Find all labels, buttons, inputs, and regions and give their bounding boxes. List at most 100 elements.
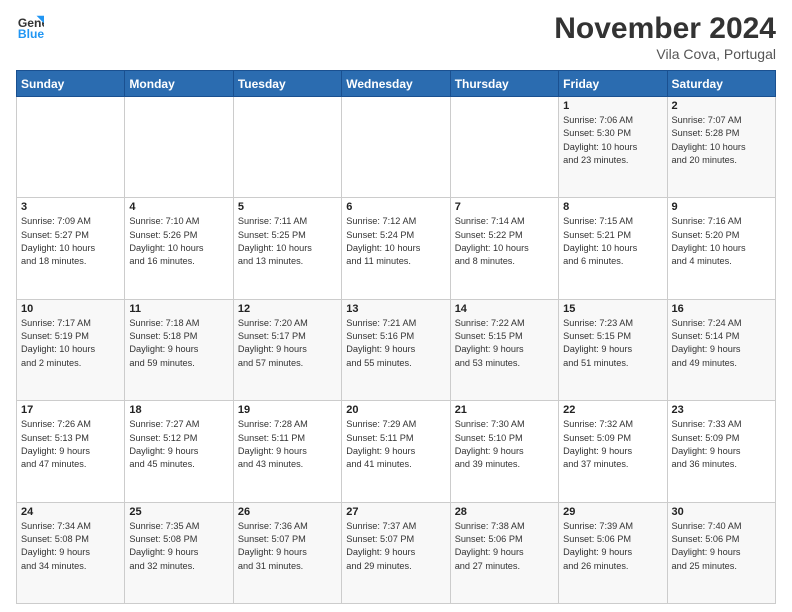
table-row: 27Sunrise: 7:37 AM Sunset: 5:07 PM Dayli…	[342, 502, 450, 603]
calendar-header-row: Sunday Monday Tuesday Wednesday Thursday…	[17, 71, 776, 97]
day-info: Sunrise: 7:09 AM Sunset: 5:27 PM Dayligh…	[21, 215, 120, 268]
calendar-week-1: 1 Sunrise: 7:06 AM Sunset: 5:30 PM Daylig…	[17, 97, 776, 198]
logo: General Blue	[16, 12, 44, 40]
day-number: 18	[129, 404, 228, 416]
day-number: 4	[129, 201, 228, 213]
day-number: 20	[346, 404, 445, 416]
table-row: 29 Sunrise: 7:39 AM Sunset: 5:06 PM Dayli…	[559, 502, 667, 603]
day-number: 23	[672, 404, 771, 416]
day-number: 15	[563, 303, 662, 315]
table-row: 26Sunrise: 7:36 AM Sunset: 5:07 PM Dayli…	[233, 502, 341, 603]
table-row: 1 Sunrise: 7:06 AM Sunset: 5:30 PM Daylig…	[559, 97, 667, 198]
table-row	[233, 97, 341, 198]
day-number: 30	[672, 506, 771, 518]
day-info: Sunrise: 7:15 AM Sunset: 5:21 PM Dayligh…	[563, 215, 662, 268]
day-info: Sunrise: 7:30 AM Sunset: 5:10 PM Dayligh…	[455, 418, 554, 471]
day-number: 16	[672, 303, 771, 315]
day-info: Sunrise: 7:22 AM Sunset: 5:15 PM Dayligh…	[455, 317, 554, 370]
day-number: 10	[21, 303, 120, 315]
page: General Blue November 2024 Vila Cova, Po…	[0, 0, 792, 612]
day-number: 5	[238, 201, 337, 213]
day-info: Sunrise: 7:21 AM Sunset: 5:16 PM Dayligh…	[346, 317, 445, 370]
col-monday: Monday	[125, 71, 233, 97]
day-number: 8	[563, 201, 662, 213]
day-info: Sunrise: 7:33 AM Sunset: 5:09 PM Dayligh…	[672, 418, 771, 471]
day-info: Sunrise: 7:23 AM Sunset: 5:15 PM Dayligh…	[563, 317, 662, 370]
day-number: 28	[455, 506, 554, 518]
day-number: 6	[346, 201, 445, 213]
day-info: Sunrise: 7:27 AM Sunset: 5:12 PM Dayligh…	[129, 418, 228, 471]
day-number: 12	[238, 303, 337, 315]
day-number: 7	[455, 201, 554, 213]
day-info: Sunrise: 7:35 AM Sunset: 5:08 PM Dayligh…	[129, 520, 228, 573]
table-row: 14 Sunrise: 7:22 AM Sunset: 5:15 PM Dayli…	[450, 299, 558, 400]
table-row: 22Sunrise: 7:32 AM Sunset: 5:09 PM Dayli…	[559, 401, 667, 502]
calendar-week-2: 3 Sunrise: 7:09 AM Sunset: 5:27 PM Daylig…	[17, 198, 776, 299]
day-info: Sunrise: 7:34 AM Sunset: 5:08 PM Dayligh…	[21, 520, 120, 573]
day-number: 17	[21, 404, 120, 416]
table-row: 11Sunrise: 7:18 AM Sunset: 5:18 PM Dayli…	[125, 299, 233, 400]
day-number: 9	[672, 201, 771, 213]
day-info: Sunrise: 7:11 AM Sunset: 5:25 PM Dayligh…	[238, 215, 337, 268]
table-row: 2 Sunrise: 7:07 AM Sunset: 5:28 PM Daylig…	[667, 97, 775, 198]
day-number: 22	[563, 404, 662, 416]
day-info: Sunrise: 7:17 AM Sunset: 5:19 PM Dayligh…	[21, 317, 120, 370]
col-thursday: Thursday	[450, 71, 558, 97]
day-info: Sunrise: 7:06 AM Sunset: 5:30 PM Dayligh…	[563, 114, 662, 167]
month-title: November 2024	[554, 12, 776, 46]
table-row: 9 Sunrise: 7:16 AM Sunset: 5:20 PM Daylig…	[667, 198, 775, 299]
table-row: 15 Sunrise: 7:23 AM Sunset: 5:15 PM Dayli…	[559, 299, 667, 400]
table-row	[342, 97, 450, 198]
calendar-week-4: 17 Sunrise: 7:26 AM Sunset: 5:13 PM Dayli…	[17, 401, 776, 502]
calendar: Sunday Monday Tuesday Wednesday Thursday…	[16, 70, 776, 604]
table-row	[125, 97, 233, 198]
day-number: 3	[21, 201, 120, 213]
location: Vila Cova, Portugal	[554, 46, 776, 62]
table-row	[450, 97, 558, 198]
day-info: Sunrise: 7:39 AM Sunset: 5:06 PM Dayligh…	[563, 520, 662, 573]
col-wednesday: Wednesday	[342, 71, 450, 97]
table-row: 19Sunrise: 7:28 AM Sunset: 5:11 PM Dayli…	[233, 401, 341, 502]
calendar-week-3: 10 Sunrise: 7:17 AM Sunset: 5:19 PM Dayli…	[17, 299, 776, 400]
table-row: 30 Sunrise: 7:40 AM Sunset: 5:06 PM Dayli…	[667, 502, 775, 603]
day-number: 25	[129, 506, 228, 518]
header: General Blue November 2024 Vila Cova, Po…	[16, 12, 776, 62]
title-block: November 2024 Vila Cova, Portugal	[554, 12, 776, 62]
day-info: Sunrise: 7:29 AM Sunset: 5:11 PM Dayligh…	[346, 418, 445, 471]
day-number: 19	[238, 404, 337, 416]
day-info: Sunrise: 7:16 AM Sunset: 5:20 PM Dayligh…	[672, 215, 771, 268]
calendar-week-5: 24 Sunrise: 7:34 AM Sunset: 5:08 PM Dayli…	[17, 502, 776, 603]
day-number: 24	[21, 506, 120, 518]
table-row: 13 Sunrise: 7:21 AM Sunset: 5:16 PM Dayli…	[342, 299, 450, 400]
day-info: Sunrise: 7:24 AM Sunset: 5:14 PM Dayligh…	[672, 317, 771, 370]
table-row: 5 Sunrise: 7:11 AM Sunset: 5:25 PM Daylig…	[233, 198, 341, 299]
day-info: Sunrise: 7:38 AM Sunset: 5:06 PM Dayligh…	[455, 520, 554, 573]
day-number: 29	[563, 506, 662, 518]
day-number: 1	[563, 100, 662, 112]
col-sunday: Sunday	[17, 71, 125, 97]
logo-icon: General Blue	[16, 12, 44, 40]
table-row: 10 Sunrise: 7:17 AM Sunset: 5:19 PM Dayli…	[17, 299, 125, 400]
table-row: 23 Sunrise: 7:33 AM Sunset: 5:09 PM Dayli…	[667, 401, 775, 502]
day-info: Sunrise: 7:07 AM Sunset: 5:28 PM Dayligh…	[672, 114, 771, 167]
table-row: 28 Sunrise: 7:38 AM Sunset: 5:06 PM Dayli…	[450, 502, 558, 603]
col-tuesday: Tuesday	[233, 71, 341, 97]
table-row: 6Sunrise: 7:12 AM Sunset: 5:24 PM Daylig…	[342, 198, 450, 299]
day-info: Sunrise: 7:36 AM Sunset: 5:07 PM Dayligh…	[238, 520, 337, 573]
svg-text:Blue: Blue	[18, 27, 44, 40]
table-row: 3 Sunrise: 7:09 AM Sunset: 5:27 PM Daylig…	[17, 198, 125, 299]
day-number: 14	[455, 303, 554, 315]
day-info: Sunrise: 7:26 AM Sunset: 5:13 PM Dayligh…	[21, 418, 120, 471]
day-number: 11	[129, 303, 228, 315]
day-info: Sunrise: 7:14 AM Sunset: 5:22 PM Dayligh…	[455, 215, 554, 268]
table-row: 24 Sunrise: 7:34 AM Sunset: 5:08 PM Dayli…	[17, 502, 125, 603]
day-number: 13	[346, 303, 445, 315]
col-friday: Friday	[559, 71, 667, 97]
day-info: Sunrise: 7:10 AM Sunset: 5:26 PM Dayligh…	[129, 215, 228, 268]
day-number: 2	[672, 100, 771, 112]
table-row: 20 Sunrise: 7:29 AM Sunset: 5:11 PM Dayli…	[342, 401, 450, 502]
table-row	[17, 97, 125, 198]
table-row: 21Sunrise: 7:30 AM Sunset: 5:10 PM Dayli…	[450, 401, 558, 502]
day-info: Sunrise: 7:40 AM Sunset: 5:06 PM Dayligh…	[672, 520, 771, 573]
table-row: 4 Sunrise: 7:10 AM Sunset: 5:26 PM Daylig…	[125, 198, 233, 299]
